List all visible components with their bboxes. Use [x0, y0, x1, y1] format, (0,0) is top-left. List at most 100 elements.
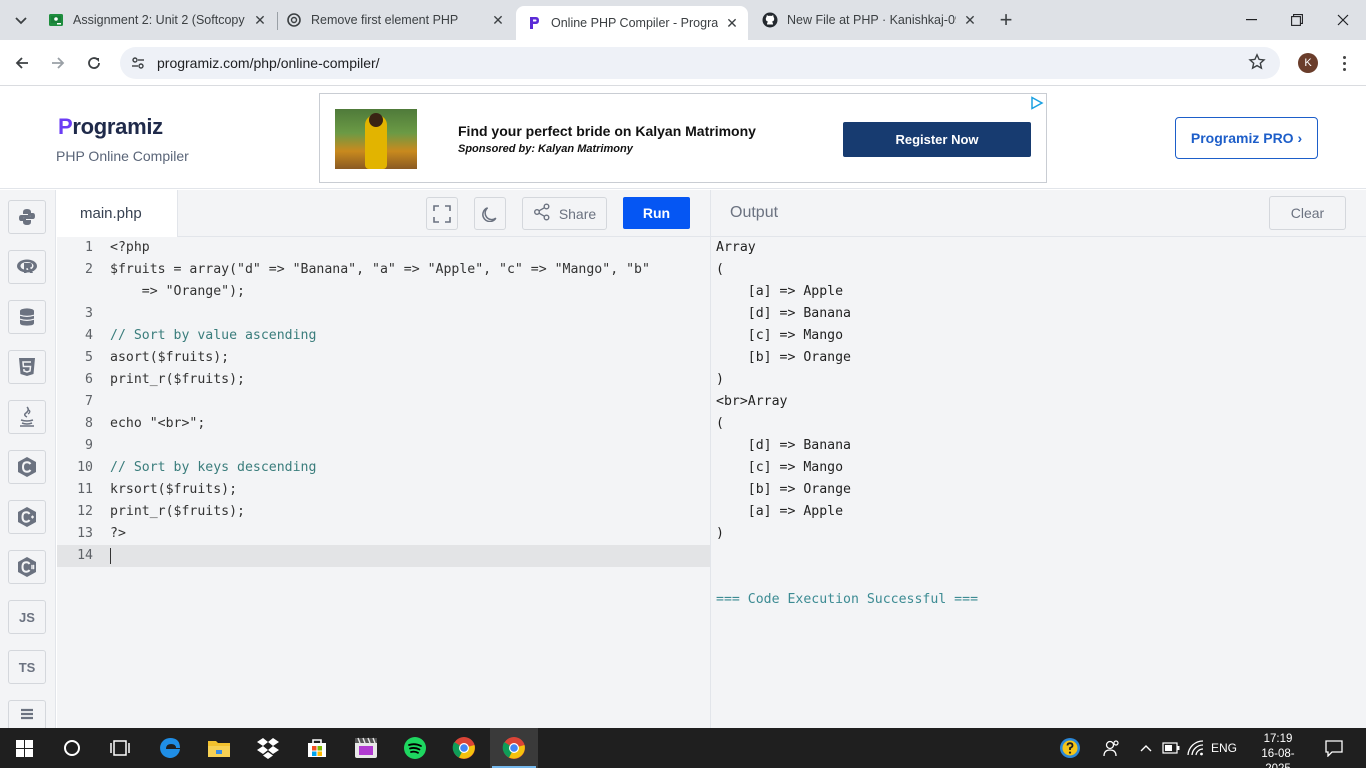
adchoices-icon[interactable] [1030, 96, 1044, 115]
github-icon [762, 12, 778, 28]
tab-title: Remove first element PHP [311, 13, 459, 27]
spotify-icon[interactable] [391, 728, 439, 768]
code-line: 13 ?> [77, 526, 126, 541]
dark-mode-moon-icon[interactable] [474, 197, 506, 230]
forward-arrow-icon[interactable] [44, 49, 72, 77]
r-language-icon[interactable] [8, 250, 46, 284]
code-line: 4// Sort by value ascending [85, 328, 317, 343]
code-editor[interactable]: 1 <?php 2 $fruits = array("d" => "Banana",… [57, 237, 710, 728]
programiz-logo[interactable]: Programiz [58, 114, 163, 140]
python-icon[interactable] [8, 200, 46, 234]
system-clock[interactable]: 17:19 16-08-2025 [1250, 732, 1306, 768]
people-icon[interactable] [1098, 728, 1124, 768]
programiz-pro-button[interactable]: Programiz PRO › [1175, 117, 1318, 159]
clipchamp-icon[interactable] [342, 728, 390, 768]
browser-tab[interactable]: Remove first element PHP ✕ [278, 0, 514, 40]
chatgpt-icon [286, 12, 302, 28]
csharp-icon[interactable] [8, 550, 46, 584]
output-line: Array [716, 240, 756, 255]
close-icon[interactable]: ✕ [724, 15, 740, 31]
edge-browser-icon[interactable] [146, 728, 194, 768]
chevron-up-icon[interactable] [1136, 728, 1156, 768]
language-sidebar: JS TS [0, 190, 56, 728]
browser-tab-active[interactable]: Online PHP Compiler - Programiz ✕ [516, 6, 748, 40]
code-line: 11 krsort($fruits); [77, 482, 238, 497]
cpp-icon[interactable] [8, 500, 46, 534]
code-line: 10// Sort by keys descending [77, 460, 317, 475]
code-line: 1 <?php [85, 240, 150, 255]
chrome-icon[interactable] [440, 728, 488, 768]
fullscreen-icon[interactable] [426, 197, 458, 230]
tab-title: Online PHP Compiler - Programiz [551, 16, 718, 30]
file-explorer-icon[interactable] [195, 728, 243, 768]
run-button[interactable]: Run [623, 197, 690, 229]
database-sql-icon[interactable] [8, 300, 46, 334]
output-line: ( [716, 416, 724, 431]
site-info-icon[interactable] [130, 55, 146, 76]
code-line-wrapped: => "Orange"); [110, 284, 245, 299]
notifications-icon[interactable] [1320, 728, 1348, 768]
clock-time: 17:19 [1263, 733, 1293, 745]
output-panel: Array ( [a] => Apple [d] => Banana [c] =… [710, 237, 1366, 728]
bookmark-star-icon[interactable] [1248, 53, 1266, 76]
execution-status-line: === Code Execution Successful === [716, 592, 979, 607]
new-tab-button[interactable]: + [994, 7, 1018, 32]
advertisement-banner[interactable]: Find your perfect bride on Kalyan Matrim… [319, 93, 1047, 183]
help-icon[interactable] [1056, 728, 1084, 768]
javascript-icon[interactable]: JS [8, 600, 46, 634]
browser-toolbar: programiz.com/php/online-compiler/ K [0, 40, 1366, 86]
input-language[interactable]: ENG [1210, 728, 1238, 768]
close-icon[interactable]: ✕ [252, 12, 268, 28]
swift-icon[interactable] [8, 700, 46, 728]
ad-image [335, 109, 417, 169]
c-language-icon[interactable] [8, 450, 46, 484]
minimize-icon[interactable] [1228, 0, 1274, 40]
reload-icon[interactable] [80, 49, 108, 77]
close-icon[interactable]: ✕ [962, 12, 978, 28]
google-classroom-icon [48, 12, 64, 28]
microsoft-store-icon[interactable] [293, 728, 341, 768]
clock-date: 16-08-2025 [1261, 748, 1295, 768]
browser-tab[interactable]: Assignment 2: Unit 2 (Softcopy ✕ [40, 0, 276, 40]
address-bar[interactable]: programiz.com/php/online-compiler/ [120, 47, 1280, 79]
tab-search-chevron-icon[interactable] [8, 8, 34, 34]
task-view-icon[interactable] [96, 728, 144, 768]
output-toolbar: Output Clear [710, 190, 1366, 237]
output-line: [d] => Banana [716, 438, 851, 453]
code-line: 2 $fruits = array("d" => "Banana", "a" =>… [85, 262, 650, 277]
output-line: [d] => Banana [716, 306, 851, 321]
browser-tab[interactable]: New File at PHP · Kanishkaj-09/ ✕ [754, 0, 986, 40]
back-arrow-icon[interactable] [8, 49, 36, 77]
output-line: [b] => Orange [716, 350, 851, 365]
wifi-icon[interactable] [1185, 728, 1207, 768]
html5-icon[interactable] [8, 350, 46, 384]
chrome-active-icon[interactable] [490, 728, 538, 768]
output-line: ( [716, 262, 724, 277]
output-line: ) [716, 372, 724, 387]
share-button[interactable]: Share [522, 197, 607, 230]
search-circle-icon[interactable] [48, 728, 96, 768]
code-line: 8 echo "<br>"; [85, 416, 206, 431]
ad-title: Find your perfect bride on Kalyan Matrim… [458, 123, 756, 139]
profile-avatar[interactable]: K [1298, 53, 1318, 73]
typescript-icon[interactable]: TS [8, 650, 46, 684]
dropbox-icon[interactable] [244, 728, 292, 768]
register-now-button[interactable]: Register Now [843, 122, 1031, 157]
code-line: 5 asort($fruits); [85, 350, 230, 365]
tab-title: New File at PHP · Kanishkaj-09/ [787, 13, 956, 27]
restore-icon[interactable] [1274, 0, 1320, 40]
file-tab-main-php[interactable]: main.php [57, 190, 178, 237]
code-line: 7 [85, 394, 93, 409]
page-subtitle: PHP Online Compiler [56, 148, 189, 164]
clear-button[interactable]: Clear [1269, 196, 1346, 230]
window-close-icon[interactable] [1320, 0, 1366, 40]
battery-icon[interactable] [1160, 728, 1182, 768]
close-icon[interactable]: ✕ [490, 12, 506, 28]
programiz-icon [526, 15, 542, 31]
more-menu-icon[interactable] [1334, 51, 1354, 75]
ad-sponsor: Sponsored by: Kalyan Matrimony [458, 143, 633, 155]
windows-start-icon[interactable] [0, 728, 48, 768]
java-icon[interactable] [8, 400, 46, 434]
output-line: [a] => Apple [716, 284, 844, 299]
share-icon [533, 203, 551, 224]
